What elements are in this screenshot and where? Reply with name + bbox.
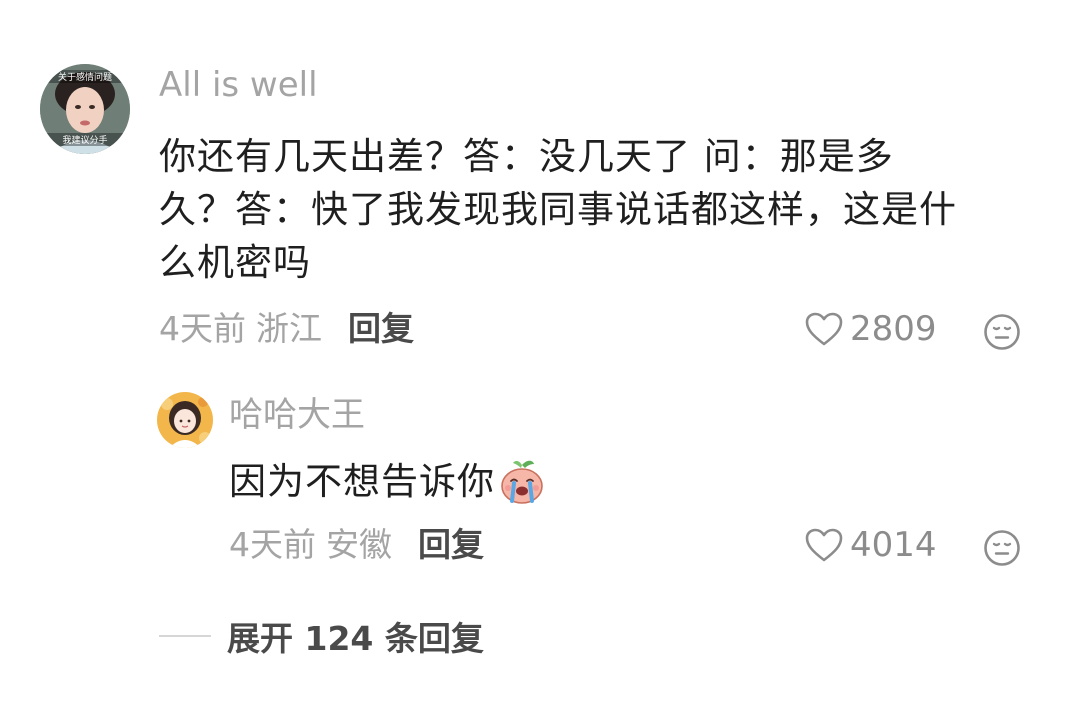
expand-divider bbox=[159, 635, 211, 637]
commenter-username[interactable]: All is well bbox=[159, 68, 318, 102]
reply-dislike-button[interactable] bbox=[983, 529, 1021, 567]
replier-avatar[interactable] bbox=[157, 392, 213, 448]
crying-peach-emoji-icon bbox=[497, 457, 547, 507]
comment-time: 4天前 bbox=[159, 309, 246, 348]
comment-line: 么机密吗 bbox=[159, 241, 311, 284]
reply-body: 因为不想告诉你 bbox=[229, 456, 547, 508]
dislike-button[interactable] bbox=[983, 313, 1021, 351]
reply-like-button[interactable]: 4014 bbox=[804, 527, 937, 563]
reply-meta: 4天前 安徽 回复 bbox=[229, 528, 484, 561]
like-button[interactable]: 2809 bbox=[804, 311, 937, 347]
heart-outline-icon bbox=[805, 312, 843, 346]
reply-location: 安徽 bbox=[326, 525, 392, 564]
reply-text: 因为不想告诉你 bbox=[229, 460, 495, 503]
reply-time: 4天前 bbox=[229, 525, 316, 564]
comment-body: 你还有几天出差？答：没几天了 问：那是多 久？答：快了我发现我同事说话都这样，这… bbox=[159, 130, 1049, 289]
replier-username[interactable]: 哈哈大王 bbox=[229, 398, 365, 432]
meh-face-icon bbox=[984, 314, 1020, 350]
meh-face-icon bbox=[984, 530, 1020, 566]
comment-line: 久？答：快了我发现我同事说话都这样，这是什 bbox=[159, 188, 957, 231]
expand-replies-button[interactable]: 展开 124 条回复 bbox=[159, 612, 484, 660]
like-count: 2809 bbox=[850, 309, 937, 349]
comment-line: 你还有几天出差？答：没几天了 问：那是多 bbox=[159, 135, 894, 178]
cartoon-girl-avatar-icon bbox=[157, 392, 213, 448]
comment-location: 浙江 bbox=[256, 309, 322, 348]
avatar-caption-top: 关于感情问题 bbox=[58, 71, 112, 83]
reply-to-reply-button[interactable]: 回复 bbox=[418, 528, 484, 561]
avatar-caption-bottom: 我建议分手 bbox=[62, 134, 107, 146]
commenter-avatar[interactable]: 关于感情问题 我建议分手 bbox=[40, 64, 130, 154]
comment-thread: 关于感情问题 我建议分手 All is well 你还有几天出差？答：没几天了 … bbox=[0, 0, 1079, 703]
reply-like-count: 4014 bbox=[850, 525, 937, 565]
comment-meta: 4天前 浙江 回复 bbox=[159, 312, 414, 345]
heart-outline-icon bbox=[805, 528, 843, 562]
expand-replies-label: 展开 124 条回复 bbox=[227, 619, 484, 658]
reply-button[interactable]: 回复 bbox=[348, 312, 414, 345]
drama-character-avatar-icon: 关于感情问题 我建议分手 bbox=[40, 64, 130, 154]
